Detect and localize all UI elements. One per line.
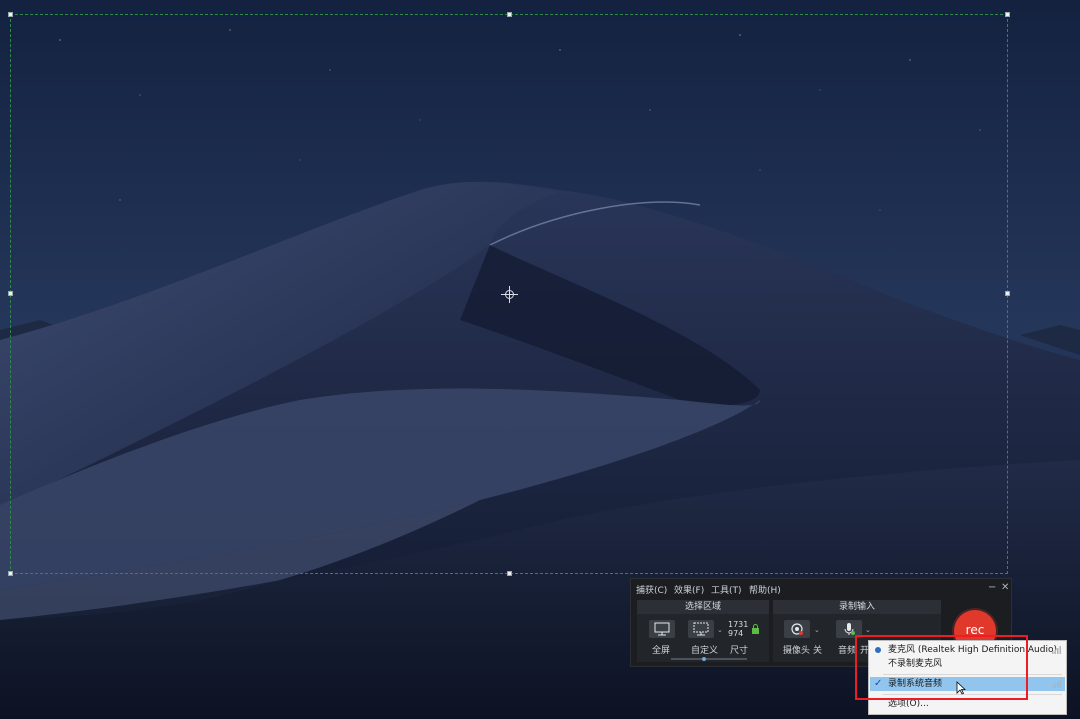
audio-dropdown-icon[interactable]: ⌄ [865, 626, 871, 634]
fullscreen-button[interactable] [649, 620, 675, 638]
camera-state: 关 [813, 646, 823, 656]
resize-handle-top-center[interactable] [507, 12, 512, 17]
camera-button[interactable] [784, 620, 810, 638]
recorder-menubar: 捕获(C) 效果(F) 工具(T) 帮助(H) − ✕ [631, 579, 1011, 597]
lock-icon[interactable] [751, 624, 760, 635]
webcam-icon [791, 623, 803, 635]
resize-handle-bottom-left[interactable] [8, 571, 13, 576]
level-meter-icon [1052, 680, 1061, 688]
area-slider-track[interactable] [671, 658, 747, 660]
size-dimensions[interactable]: 1731 974 [728, 620, 748, 638]
record-input-header: 录制输入 [773, 600, 941, 614]
camera-dropdown-icon[interactable]: ⌄ [814, 626, 820, 634]
fullscreen-label: 全屏 [652, 646, 671, 656]
select-area-header: 选择区域 [637, 600, 769, 614]
minimize-button[interactable]: − [988, 582, 996, 593]
custom-area-dropdown-icon[interactable]: ⌄ [717, 626, 723, 634]
camera-label: 摄像头 [783, 646, 811, 656]
mouse-cursor-icon [956, 681, 966, 695]
close-button[interactable]: ✕ [1001, 582, 1009, 593]
height-value[interactable]: 974 [728, 629, 748, 638]
audio-label: 音频 [838, 646, 857, 656]
move-crosshair-icon[interactable] [501, 286, 518, 303]
resize-handle-middle-left[interactable] [8, 291, 13, 296]
resize-handle-top-right[interactable] [1005, 12, 1010, 17]
menu-tools[interactable]: 工具(T) [711, 583, 742, 596]
menu-capture[interactable]: 捕获(C) [636, 583, 667, 596]
monitor-icon [654, 622, 670, 636]
menu-effects[interactable]: 效果(F) [674, 583, 704, 596]
menu-help[interactable]: 帮助(H) [749, 583, 781, 596]
resize-handle-top-left[interactable] [8, 12, 13, 17]
annotation-highlight-frame [855, 635, 1028, 700]
level-meter-icon [1052, 646, 1061, 654]
resize-handle-middle-right[interactable] [1005, 291, 1010, 296]
width-value[interactable]: 1731 [728, 620, 748, 629]
resize-handle-bottom-center[interactable] [507, 571, 512, 576]
size-label: 尺寸 [730, 646, 749, 656]
area-slider-knob[interactable] [702, 657, 706, 661]
monitor-dashed-icon [693, 622, 709, 636]
custom-area-button[interactable] [688, 620, 714, 638]
custom-area-label: 自定义 [691, 646, 719, 656]
